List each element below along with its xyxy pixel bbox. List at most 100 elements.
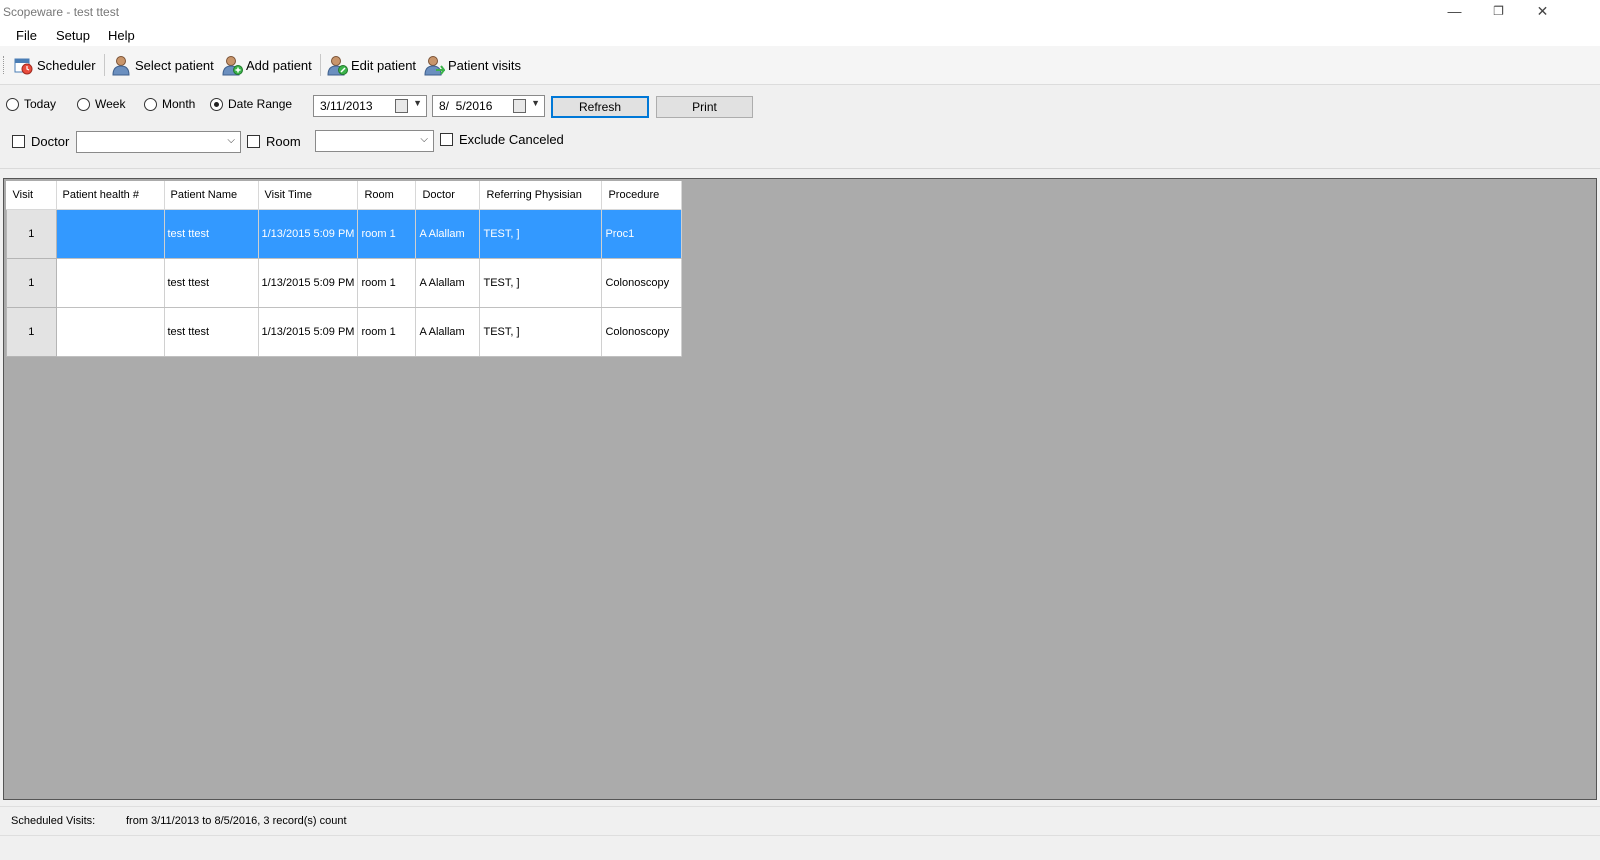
column-header-room[interactable]: Room xyxy=(357,181,417,210)
date-from-picker[interactable]: 3/11/2013 ▼ xyxy=(313,95,427,117)
cell-referring[interactable]: TEST, ] xyxy=(479,209,603,259)
patient-visits-icon xyxy=(424,56,445,76)
column-header-referring[interactable]: Referring Physisian xyxy=(479,181,603,210)
exclude-canceled-label: Exclude Canceled xyxy=(459,132,564,147)
filter-bar: Today Week Month Date Range 3/11/2013 ▼ … xyxy=(0,86,1600,169)
room-checkbox-box[interactable] xyxy=(247,135,260,148)
cell-procedure[interactable]: Colonoscopy xyxy=(601,258,683,308)
add-patient-label: Add patient xyxy=(246,57,312,73)
cell-referring[interactable]: TEST, ] xyxy=(479,307,603,357)
doctor-checkbox[interactable]: Doctor xyxy=(12,134,69,149)
toolbar-grip[interactable] xyxy=(3,56,6,74)
select-patient-button[interactable]: Select patient xyxy=(110,52,214,78)
exclude-canceled-checkbox-box[interactable] xyxy=(440,133,453,146)
toolbar: Scheduler Select patient Add patient Edi… xyxy=(0,46,1600,85)
doctor-select[interactable]: ⌵ xyxy=(76,131,241,153)
calendar-icon[interactable] xyxy=(395,99,408,113)
cell-procedure[interactable]: Proc1 xyxy=(601,209,683,259)
cell-name[interactable]: test ttest xyxy=(164,307,259,357)
table-row[interactable]: 1 test ttest 1/13/2015 5:09 PM room 1 A … xyxy=(6,258,683,308)
date-to-value: 8/ 5/2016 xyxy=(439,99,493,113)
room-checkbox-label: Room xyxy=(266,134,301,149)
doctor-checkbox-box[interactable] xyxy=(12,135,25,148)
cell-procedure[interactable]: Colonoscopy xyxy=(601,307,683,357)
calendar-icon[interactable] xyxy=(513,99,526,113)
date-to-picker[interactable]: 8/ 5/2016 ▼ xyxy=(432,95,545,117)
chevron-down-icon[interactable]: ⌵ xyxy=(420,134,428,145)
cell-room[interactable]: room 1 xyxy=(357,209,417,259)
menu-file[interactable]: File xyxy=(16,28,37,43)
cell-time[interactable]: 1/13/2015 5:09 PM xyxy=(258,307,359,357)
radio-today-dot[interactable] xyxy=(6,97,19,111)
menu-setup[interactable]: Setup xyxy=(56,28,90,43)
header-row: Visit Patient health # Patient Name Visi… xyxy=(6,181,683,210)
date-from-value: 3/11/2013 xyxy=(320,99,373,113)
cell-visit[interactable]: 1 xyxy=(6,258,57,308)
doctor-checkbox-label: Doctor xyxy=(31,134,70,149)
status-label: Scheduled Visits: xyxy=(11,815,96,827)
cell-doctor[interactable]: A Alallam xyxy=(415,258,481,308)
room-select[interactable]: ⌵ xyxy=(315,130,434,152)
select-patient-icon xyxy=(112,56,130,76)
radio-month-label: Month xyxy=(162,97,196,111)
radio-today-label: Today xyxy=(24,97,57,111)
cell-visit[interactable]: 1 xyxy=(6,307,57,357)
cell-room[interactable]: room 1 xyxy=(357,307,417,357)
minimize-icon[interactable]: — xyxy=(1432,0,1477,24)
edit-patient-button[interactable]: Edit patient xyxy=(326,52,416,78)
cell-referring[interactable]: TEST, ] xyxy=(479,258,603,308)
add-patient-button[interactable]: Add patient xyxy=(221,52,312,78)
window-title: Scopeware - test ttest xyxy=(3,5,120,19)
status-bar: Scheduled Visits: from 3/11/2013 to 8/5/… xyxy=(0,806,1600,836)
column-header-procedure[interactable]: Procedure xyxy=(601,181,683,210)
scheduler-button[interactable]: Scheduler xyxy=(12,52,96,78)
select-patient-label: Select patient xyxy=(135,57,214,73)
refresh-button[interactable]: Refresh xyxy=(551,96,649,118)
radio-week[interactable]: Week xyxy=(77,97,125,111)
cell-room[interactable]: room 1 xyxy=(357,258,417,308)
close-icon[interactable]: ✕ xyxy=(1520,0,1565,24)
cell-visit[interactable]: 1 xyxy=(6,209,57,259)
table-row[interactable]: 1 test ttest 1/13/2015 5:09 PM room 1 A … xyxy=(6,209,683,259)
edit-patient-icon xyxy=(327,56,348,76)
cell-health[interactable] xyxy=(56,307,165,357)
cell-name[interactable]: test ttest xyxy=(164,209,259,259)
radio-month[interactable]: Month xyxy=(144,97,195,111)
column-header-visit[interactable]: Visit xyxy=(6,181,57,210)
radio-week-label: Week xyxy=(95,97,126,111)
table-row[interactable]: 1 test ttest 1/13/2015 5:09 PM room 1 A … xyxy=(6,307,683,357)
cell-health[interactable] xyxy=(56,258,165,308)
dropdown-arrow-icon[interactable]: ▼ xyxy=(413,98,422,108)
cell-time[interactable]: 1/13/2015 5:09 PM xyxy=(258,258,359,308)
restore-icon[interactable]: ❐ xyxy=(1476,0,1521,24)
menu-bar: File Setup Help xyxy=(0,24,1600,46)
column-header-doctor[interactable]: Doctor xyxy=(415,181,481,210)
room-checkbox[interactable]: Room xyxy=(247,134,301,149)
toolbar-separator xyxy=(104,54,105,76)
radio-today[interactable]: Today xyxy=(6,97,56,111)
patient-visits-label: Patient visits xyxy=(448,57,521,73)
exclude-canceled-checkbox[interactable]: Exclude Canceled xyxy=(440,132,564,147)
column-header-visit-time[interactable]: Visit Time xyxy=(258,181,359,210)
cell-time[interactable]: 1/13/2015 5:09 PM xyxy=(258,209,359,259)
patient-visits-button[interactable]: Patient visits xyxy=(423,52,521,78)
add-patient-icon xyxy=(222,56,243,76)
dropdown-arrow-icon[interactable]: ▼ xyxy=(531,98,540,108)
scheduler-icon xyxy=(14,58,33,75)
status-text: from 3/11/2013 to 8/5/2016, 3 record(s) … xyxy=(126,815,347,827)
cell-doctor[interactable]: A Alallam xyxy=(415,307,481,357)
column-header-name[interactable]: Patient Name xyxy=(164,181,259,210)
cell-name[interactable]: test ttest xyxy=(164,258,259,308)
chevron-down-icon[interactable]: ⌵ xyxy=(227,135,235,146)
radio-month-dot[interactable] xyxy=(144,97,157,111)
cell-health[interactable] xyxy=(56,209,165,259)
visits-table: Visit Patient health # Patient Name Visi… xyxy=(6,181,683,357)
menu-help[interactable]: Help xyxy=(108,28,135,43)
column-header-health[interactable]: Patient health # xyxy=(56,181,165,210)
cell-doctor[interactable]: A Alallam xyxy=(415,209,481,259)
radio-date-range[interactable]: Date Range xyxy=(210,97,292,111)
print-button[interactable]: Print xyxy=(656,96,753,118)
radio-week-dot[interactable] xyxy=(77,97,90,111)
radio-date-range-label: Date Range xyxy=(228,97,293,111)
radio-date-range-dot[interactable] xyxy=(210,97,223,111)
